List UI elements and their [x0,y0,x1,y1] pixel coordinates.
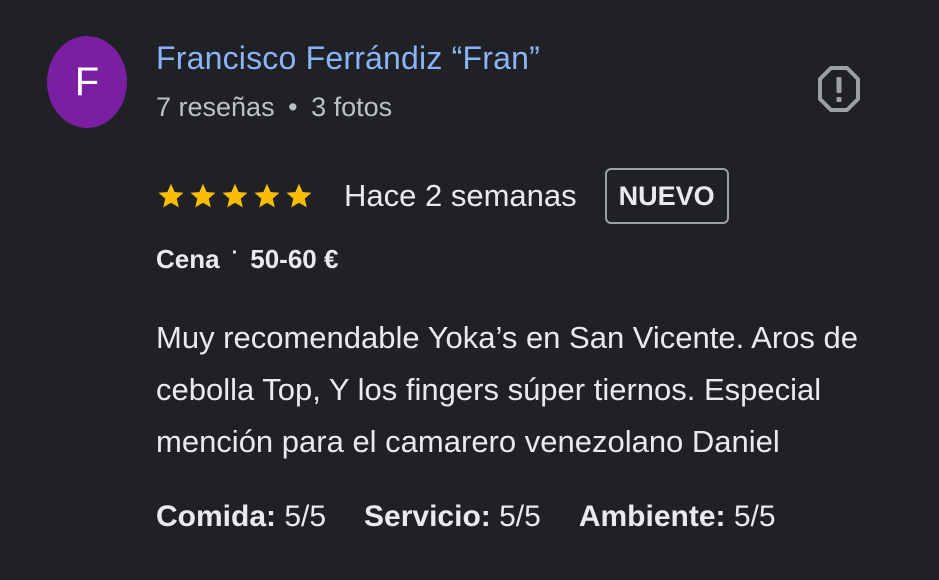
star-icon [158,183,184,208]
score-item: Comida: 5/5 [156,500,326,534]
reviewer-meta: 7 reseñas • 3 fotos [156,92,392,123]
score-item: Servicio: 5/5 [364,500,541,534]
meal-info: Cena · 50-60 € [156,242,339,275]
meal-separator: · [231,242,239,264]
score-item: Ambiente: 5/5 [579,500,776,534]
avatar[interactable]: F [47,36,127,128]
review-date: Hace 2 semanas [344,178,577,213]
new-badge: NUEVO [604,168,729,224]
score-value: 5/5 [725,500,776,533]
meal-type: Cena [156,244,220,274]
score-value: 5/5 [490,500,541,533]
star-icon [286,183,312,208]
photo-count: 3 fotos [311,92,393,122]
star-icon [222,183,248,208]
review-count: 7 reseñas [156,92,275,122]
scores-row: Comida: 5/5 Servicio: 5/5 Ambiente: 5/5 [156,500,814,534]
score-label: Ambiente: [578,500,726,533]
rating-row: Hace 2 semanas NUEVO [156,165,729,227]
star-icon [254,183,280,208]
report-flag-icon [818,66,860,112]
avatar-letter: F [74,59,100,104]
report-button[interactable] [815,63,863,115]
review-text: Muy recomendable Yoka’s en San Vicente. … [156,320,858,459]
score-value: 5/5 [276,500,327,533]
star-rating [156,181,314,211]
star-icon [190,183,216,208]
meal-price: 50-60 € [250,244,339,274]
meta-separator: • [288,92,298,122]
score-label: Comida: [156,500,276,533]
score-label: Servicio: [364,500,491,533]
reviewer-name[interactable]: Francisco Ferrándiz “Fran” [156,40,540,77]
